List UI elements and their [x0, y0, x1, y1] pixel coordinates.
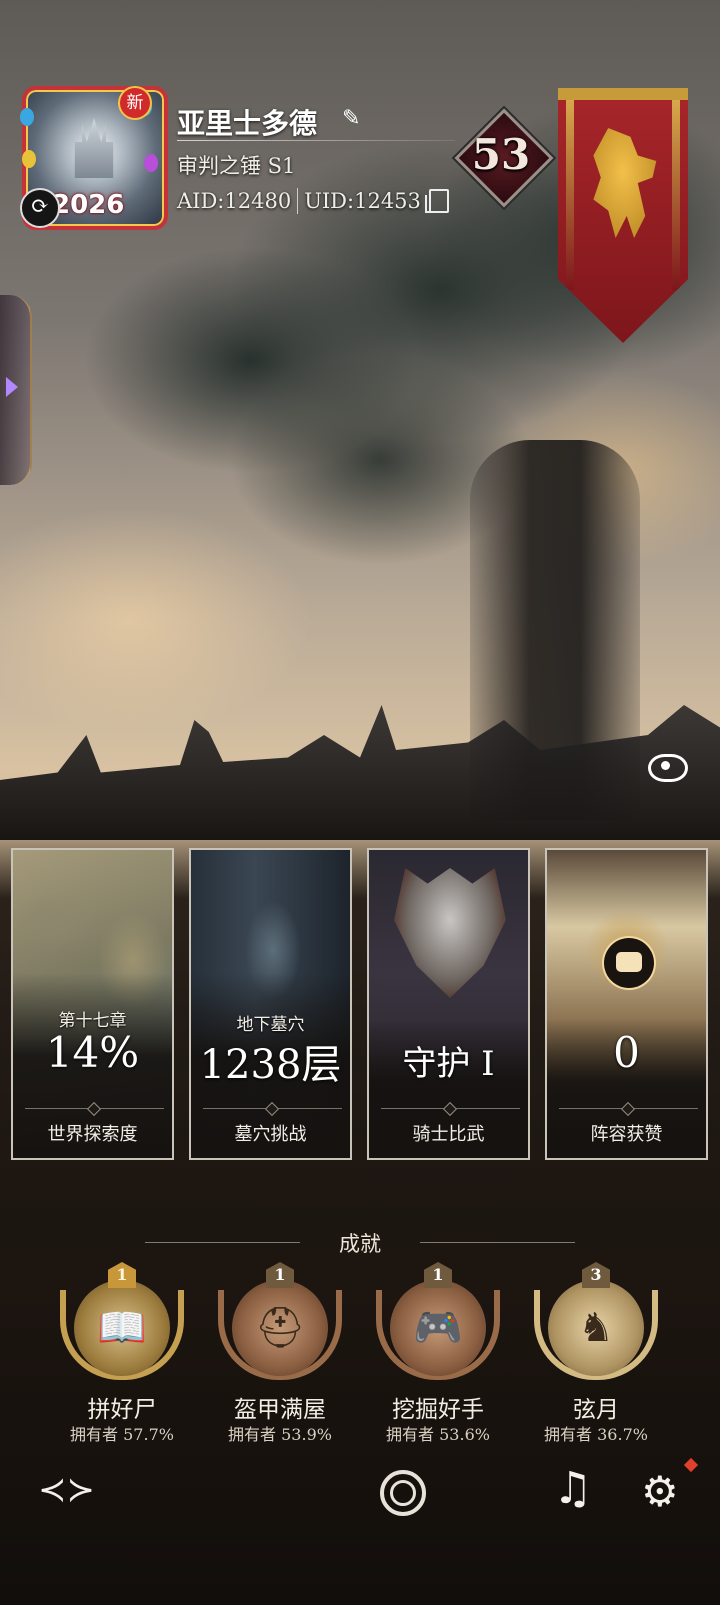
- lion-shield-icon: [394, 868, 506, 998]
- achievement-item[interactable]: ♞ 3 弦月 拥有者 36.7%: [526, 1262, 666, 1450]
- achievement-count: 1: [424, 1262, 452, 1288]
- header-line: [420, 1242, 575, 1243]
- achievement-count: 3: [582, 1262, 610, 1288]
- aid-text: AID:12480: [177, 189, 292, 213]
- achievement-count: 1: [108, 1262, 136, 1288]
- uid-text: UID:12453: [304, 189, 421, 213]
- expand-arrow-icon: [6, 377, 18, 397]
- gear-icon[interactable]: ⚙: [641, 1470, 685, 1514]
- edit-icon[interactable]: ✎: [342, 107, 366, 131]
- guild-name: 审判之锤 S1: [177, 154, 296, 178]
- swap-icon[interactable]: ⟳: [20, 188, 60, 228]
- card-world-exploration[interactable]: 第十七章 14% 世界探索度: [11, 848, 174, 1160]
- achievement-owned: 拥有者 57.7%: [70, 1425, 174, 1444]
- achievement-item[interactable]: ⛑ 1 盔甲满屋 拥有者 53.9%: [210, 1262, 350, 1450]
- banner-rod: [558, 88, 688, 100]
- logo-icon[interactable]: ≺≻: [38, 1472, 95, 1508]
- achievement-owned: 拥有者 53.9%: [228, 1425, 332, 1444]
- divider: [177, 140, 455, 141]
- achievements-header: 成就: [145, 1228, 575, 1258]
- banner-tassel: [566, 100, 574, 290]
- card-lineup-likes[interactable]: 0 阵容获赞: [545, 848, 708, 1160]
- achievement-item[interactable]: 🎮 1 挖掘好手 拥有者 53.6%: [368, 1262, 508, 1450]
- card-label: 墓穴挑战: [234, 1124, 307, 1145]
- achievement-owned: 拥有者 53.6%: [386, 1425, 490, 1444]
- achievement-count: 1: [266, 1262, 294, 1288]
- card-label: 世界探索度: [47, 1124, 138, 1145]
- card-divider: [381, 1108, 520, 1109]
- player-name: 亚里士多德: [177, 107, 318, 140]
- card-divider: [559, 1108, 698, 1109]
- book-icon: 📖: [97, 1305, 147, 1351]
- balloon-icon: [22, 150, 36, 168]
- id-separator: [297, 188, 299, 214]
- achievement-name: 拼好尸: [87, 1397, 157, 1423]
- knight-icon: ♞: [578, 1305, 614, 1351]
- globe-icon[interactable]: [380, 1470, 426, 1516]
- card-value: 0: [613, 1028, 640, 1077]
- card-divider: [25, 1108, 164, 1109]
- achievement-name: 盔甲满屋: [234, 1397, 326, 1423]
- music-icon[interactable]: ♫: [553, 1462, 599, 1516]
- card-divider: [203, 1108, 342, 1109]
- balloon-icon: [20, 108, 34, 126]
- side-drawer-tab[interactable]: [0, 295, 32, 485]
- level-badge: 53: [454, 108, 554, 208]
- achievement-name: 挖掘好手: [392, 1397, 484, 1423]
- id-row: AID:12480 UID:12453: [177, 188, 449, 214]
- achievement-owned: 拥有者 36.7%: [544, 1425, 648, 1444]
- avatar-year: 2026: [52, 190, 125, 220]
- balloon-icon: [144, 154, 158, 172]
- card-knight-tournament[interactable]: 守护 I 骑士比武: [367, 848, 530, 1160]
- banner-tassel: [672, 100, 680, 290]
- card-label: 阵容获赞: [590, 1124, 663, 1145]
- card-value: 1238层: [199, 1042, 342, 1088]
- achievements-title: 成就: [339, 1232, 381, 1256]
- horse-emblem-icon: [593, 128, 657, 238]
- card-label: 骑士比武: [412, 1124, 485, 1145]
- gamepad-icon: 🎮: [413, 1305, 463, 1351]
- copy-icon[interactable]: [424, 189, 449, 213]
- eye-icon[interactable]: [648, 754, 688, 782]
- achievement-item[interactable]: 📖 1 拼好尸 拥有者 57.7%: [52, 1262, 192, 1450]
- castle-icon: [74, 118, 114, 178]
- card-tomb-challenge[interactable]: 地下墓穴 1238层 墓穴挑战: [189, 848, 352, 1160]
- level-number: 53: [471, 130, 531, 179]
- helmet-icon: ⛑: [254, 1305, 306, 1351]
- card-value: 14%: [45, 1028, 140, 1077]
- thumbs-up-icon: [604, 938, 654, 988]
- new-badge: 新: [120, 88, 150, 118]
- stat-cards: 第十七章 14% 世界探索度 地下墓穴 1238层 墓穴挑战 守护 I 骑士比武…: [11, 848, 709, 1162]
- card-value: 守护 I: [402, 1044, 495, 1084]
- achievement-name: 弦月: [573, 1397, 619, 1423]
